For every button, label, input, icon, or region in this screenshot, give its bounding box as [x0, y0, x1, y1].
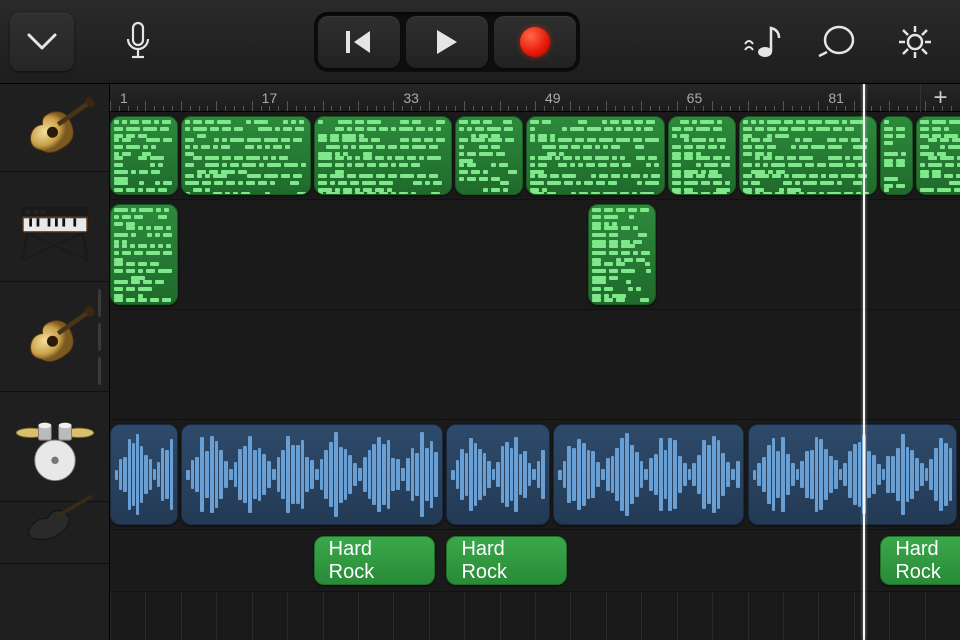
bar-number: 17: [262, 90, 278, 106]
timeline-area[interactable]: + 1173349658197 Hard RockHard RockHard R…: [110, 84, 960, 640]
midi-region[interactable]: [916, 116, 960, 195]
note-quantize-icon[interactable]: [728, 13, 798, 71]
track-header-electric-guitar[interactable]: [0, 502, 109, 564]
audio-region[interactable]: [110, 424, 178, 525]
midi-region[interactable]: [668, 116, 736, 195]
audio-region[interactable]: [553, 424, 745, 525]
track-view-dropdown[interactable]: [10, 13, 74, 71]
midi-region[interactable]: [739, 116, 878, 195]
loop-browser-icon[interactable]: [804, 13, 874, 71]
midi-region[interactable]: [880, 116, 912, 195]
bar-number: 81: [828, 90, 844, 106]
electric-guitar-icon: [9, 493, 101, 573]
midi-region[interactable]: [314, 116, 453, 195]
record-icon: [520, 27, 550, 57]
microphone-icon[interactable]: [110, 13, 166, 71]
midi-region[interactable]: [110, 204, 178, 305]
ruler[interactable]: + 1173349658197: [110, 84, 960, 112]
midi-region[interactable]: [588, 204, 656, 305]
bar-number: 1: [120, 90, 128, 106]
track-header-drum-kit[interactable]: [0, 392, 109, 502]
drum-kit-icon: [9, 407, 101, 487]
midi-region[interactable]: [181, 116, 311, 195]
midi-region[interactable]: [110, 116, 178, 195]
track-drag-handle[interactable]: [98, 289, 101, 385]
settings-icon[interactable]: [880, 13, 950, 71]
track-header-acoustic-guitar[interactable]: [0, 84, 109, 172]
add-section-button[interactable]: +: [920, 84, 960, 112]
track-lane[interactable]: Hard RockHard RockHard RockH: [110, 530, 960, 592]
acoustic-guitar-icon: [9, 297, 101, 377]
audio-region[interactable]: [446, 424, 549, 525]
bar-number: 33: [403, 90, 419, 106]
audio-region[interactable]: [748, 424, 958, 525]
track-lane[interactable]: [110, 310, 960, 420]
transport-controls: [314, 12, 580, 72]
track-header-synth-keyboard[interactable]: [0, 172, 109, 282]
toolbar: [0, 0, 960, 84]
rewind-button[interactable]: [318, 16, 400, 68]
track-lane[interactable]: [110, 112, 960, 200]
track-lane[interactable]: [110, 200, 960, 310]
track-headers: [0, 84, 110, 640]
midi-region[interactable]: [455, 116, 523, 195]
synth-keyboard-icon: [9, 187, 101, 267]
bar-number: 49: [545, 90, 561, 106]
loop-region[interactable]: Hard Rock: [880, 536, 960, 585]
acoustic-guitar-icon: [9, 88, 101, 168]
loop-region[interactable]: Hard Rock: [314, 536, 435, 585]
play-button[interactable]: [406, 16, 488, 68]
audio-region[interactable]: [181, 424, 444, 525]
loop-region[interactable]: Hard Rock: [446, 536, 567, 585]
bar-number: 65: [687, 90, 703, 106]
track-lanes[interactable]: Hard RockHard RockHard RockH: [110, 112, 960, 592]
track-header-acoustic-guitar[interactable]: [0, 282, 109, 392]
record-button[interactable]: [494, 16, 576, 68]
track-lane[interactable]: [110, 420, 960, 530]
midi-region[interactable]: [526, 116, 665, 195]
workspace: + 1173349658197 Hard RockHard RockHard R…: [0, 84, 960, 640]
